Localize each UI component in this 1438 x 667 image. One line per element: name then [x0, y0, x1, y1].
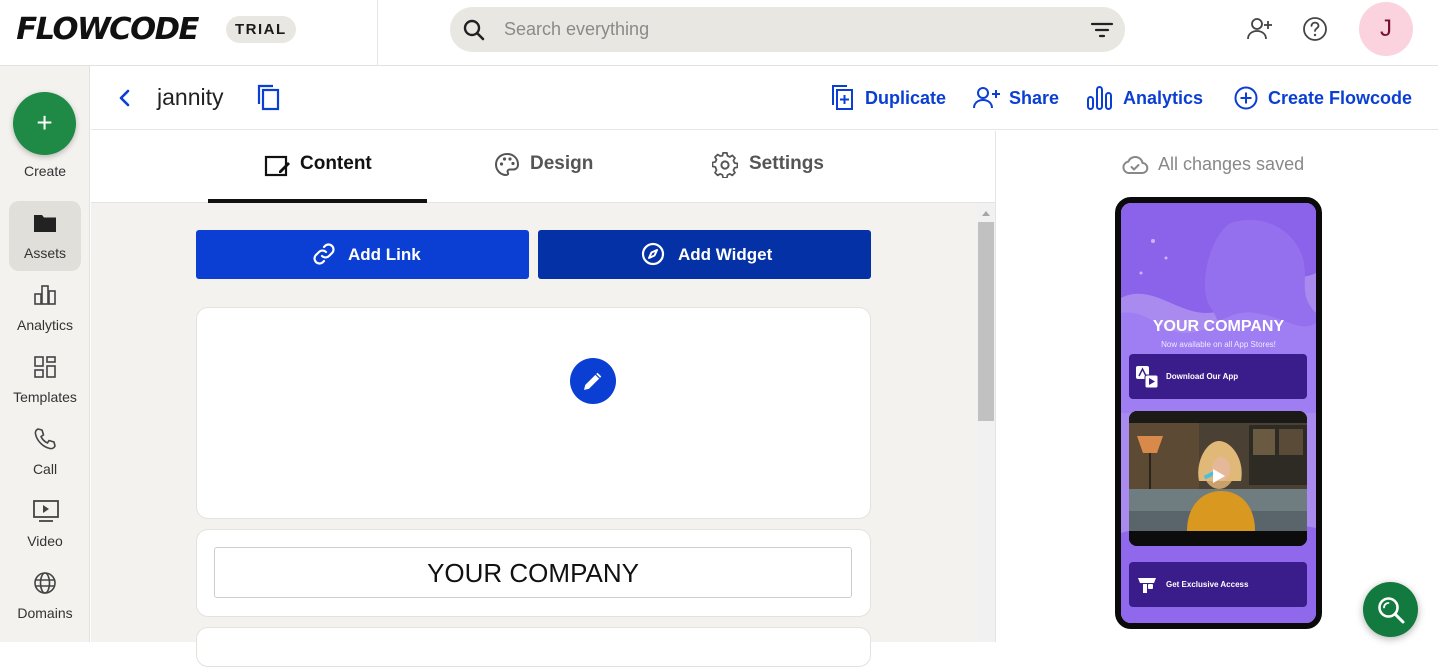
palette-icon: [494, 152, 520, 177]
folder-icon: [33, 211, 57, 235]
analytics-bars-icon: [1087, 86, 1112, 110]
tab-label: Design: [530, 153, 594, 174]
compass-icon: [641, 242, 665, 266]
create-button[interactable]: +: [13, 92, 76, 155]
phone-icon: [33, 427, 57, 451]
sidebar-item-label: Domains: [17, 605, 73, 621]
preview-subtitle: Now available on all App Stores!: [1161, 340, 1276, 349]
sidebar-item-domains[interactable]: Domains: [9, 561, 81, 631]
sidebar-item-templates[interactable]: Templates: [9, 345, 81, 415]
create-flowcode-label: Create Flowcode: [1268, 88, 1413, 108]
editor-scrollbar[interactable]: [977, 203, 995, 642]
search-input[interactable]: [504, 7, 1064, 52]
globe-icon: [33, 571, 57, 595]
preview-button-label: Get Exclusive Access: [1166, 580, 1249, 589]
tab-design[interactable]: Design: [494, 131, 604, 203]
templates-icon: [33, 355, 57, 379]
preview-title: YOUR COMPANY: [1152, 318, 1285, 335]
duplicate-icon: [832, 85, 853, 110]
preview-video-thumbnail: [1129, 411, 1307, 546]
share-user-icon: [973, 87, 1000, 109]
sidebar-item-video[interactable]: Video: [9, 489, 81, 559]
add-link-label: Add Link: [348, 245, 421, 264]
bar-chart-icon: [33, 283, 57, 307]
trial-badge: TRIAL: [226, 16, 296, 43]
filter-icon[interactable]: [1090, 19, 1114, 41]
left-sidebar: + Create Assets Analytics Templates Call…: [0, 66, 90, 642]
add-user-icon[interactable]: [1246, 15, 1274, 43]
scrollbar-thumb[interactable]: [978, 222, 994, 421]
duplicate-button[interactable]: Duplicate: [831, 84, 951, 112]
company-name-field[interactable]: YOUR COMPANY: [214, 547, 852, 598]
plus-circle-icon: [1234, 86, 1258, 110]
sidebar-item-label: Video: [27, 533, 63, 549]
content-card[interactable]: [196, 627, 871, 667]
video-scene-image: [1129, 411, 1307, 546]
sidebar-item-call[interactable]: Call: [9, 417, 81, 487]
copy-icon[interactable]: [256, 84, 282, 112]
tab-label: Settings: [749, 153, 824, 174]
cloud-check-icon: [1122, 155, 1149, 174]
edit-button[interactable]: [570, 358, 616, 404]
tab-content[interactable]: Content: [208, 131, 427, 203]
help-search-button[interactable]: [1363, 582, 1418, 637]
analytics-label: Analytics: [1123, 88, 1204, 108]
search-bar[interactable]: [450, 7, 1125, 52]
tab-label: Content: [300, 153, 372, 174]
content-edit-icon: [264, 155, 290, 177]
back-chevron-icon[interactable]: [117, 88, 133, 108]
company-title-card[interactable]: YOUR COMPANY: [196, 529, 871, 617]
preview-download-button: Download Our App: [1129, 354, 1307, 399]
sidebar-item-assets[interactable]: Assets: [9, 201, 81, 271]
app-store-icon: [1136, 366, 1159, 389]
logo-area: FLOWCODE TRIAL: [0, 0, 378, 65]
link-icon: [313, 243, 335, 265]
sidebar-item-label: Assets: [23, 245, 66, 261]
sidebar-item-label: Analytics: [16, 317, 74, 333]
top-bar: FLOWCODE TRIAL J: [0, 0, 1438, 66]
preview-button-label: Download Our App: [1166, 372, 1239, 381]
editor-tabs: Content Design Settings: [91, 131, 995, 203]
duplicate-label: Duplicate: [865, 88, 947, 108]
help-icon[interactable]: [1301, 15, 1329, 43]
share-button[interactable]: Share: [972, 84, 1062, 112]
header-image-card[interactable]: [196, 307, 871, 519]
vip-icon: [1138, 578, 1156, 593]
scroll-up-arrow-icon[interactable]: [982, 211, 990, 216]
plus-icon: +: [36, 107, 53, 138]
asset-name: jannity: [157, 84, 224, 110]
add-widget-label: Add Widget: [678, 245, 773, 264]
flowcode-logo[interactable]: FLOWCODE: [16, 12, 199, 47]
sidebar-item-label: Call: [32, 461, 58, 477]
save-status-label: All changes saved: [1158, 154, 1305, 174]
gear-icon: [712, 152, 738, 178]
create-flowcode-button[interactable]: Create Flowcode: [1233, 84, 1423, 112]
magnifier-icon: [1378, 597, 1405, 624]
user-avatar[interactable]: J: [1359, 2, 1413, 56]
share-label: Share: [1009, 88, 1060, 108]
phone-preview: YOUR COMPANY Now available on all App St…: [1115, 197, 1322, 629]
create-label: Create: [23, 163, 67, 179]
tab-settings[interactable]: Settings: [712, 131, 832, 203]
analytics-button[interactable]: Analytics: [1086, 84, 1208, 112]
add-link-button[interactable]: Add Link: [196, 230, 529, 279]
video-icon: [33, 499, 59, 523]
preview-panel: All changes saved YOUR COMPANY Now avail…: [995, 131, 1438, 642]
preview-exclusive-access-button: Get Exclusive Access: [1129, 562, 1307, 607]
sidebar-item-analytics[interactable]: Analytics: [9, 273, 81, 343]
asset-header: jannity Duplicate Share Analytics Create…: [91, 66, 1438, 130]
editor-panel: Content Design Settings Add Link Add Wid…: [91, 131, 995, 667]
pencil-icon: [584, 372, 602, 390]
search-icon: [462, 18, 486, 42]
add-widget-button[interactable]: Add Widget: [538, 230, 871, 279]
sidebar-item-label: Templates: [13, 389, 77, 405]
